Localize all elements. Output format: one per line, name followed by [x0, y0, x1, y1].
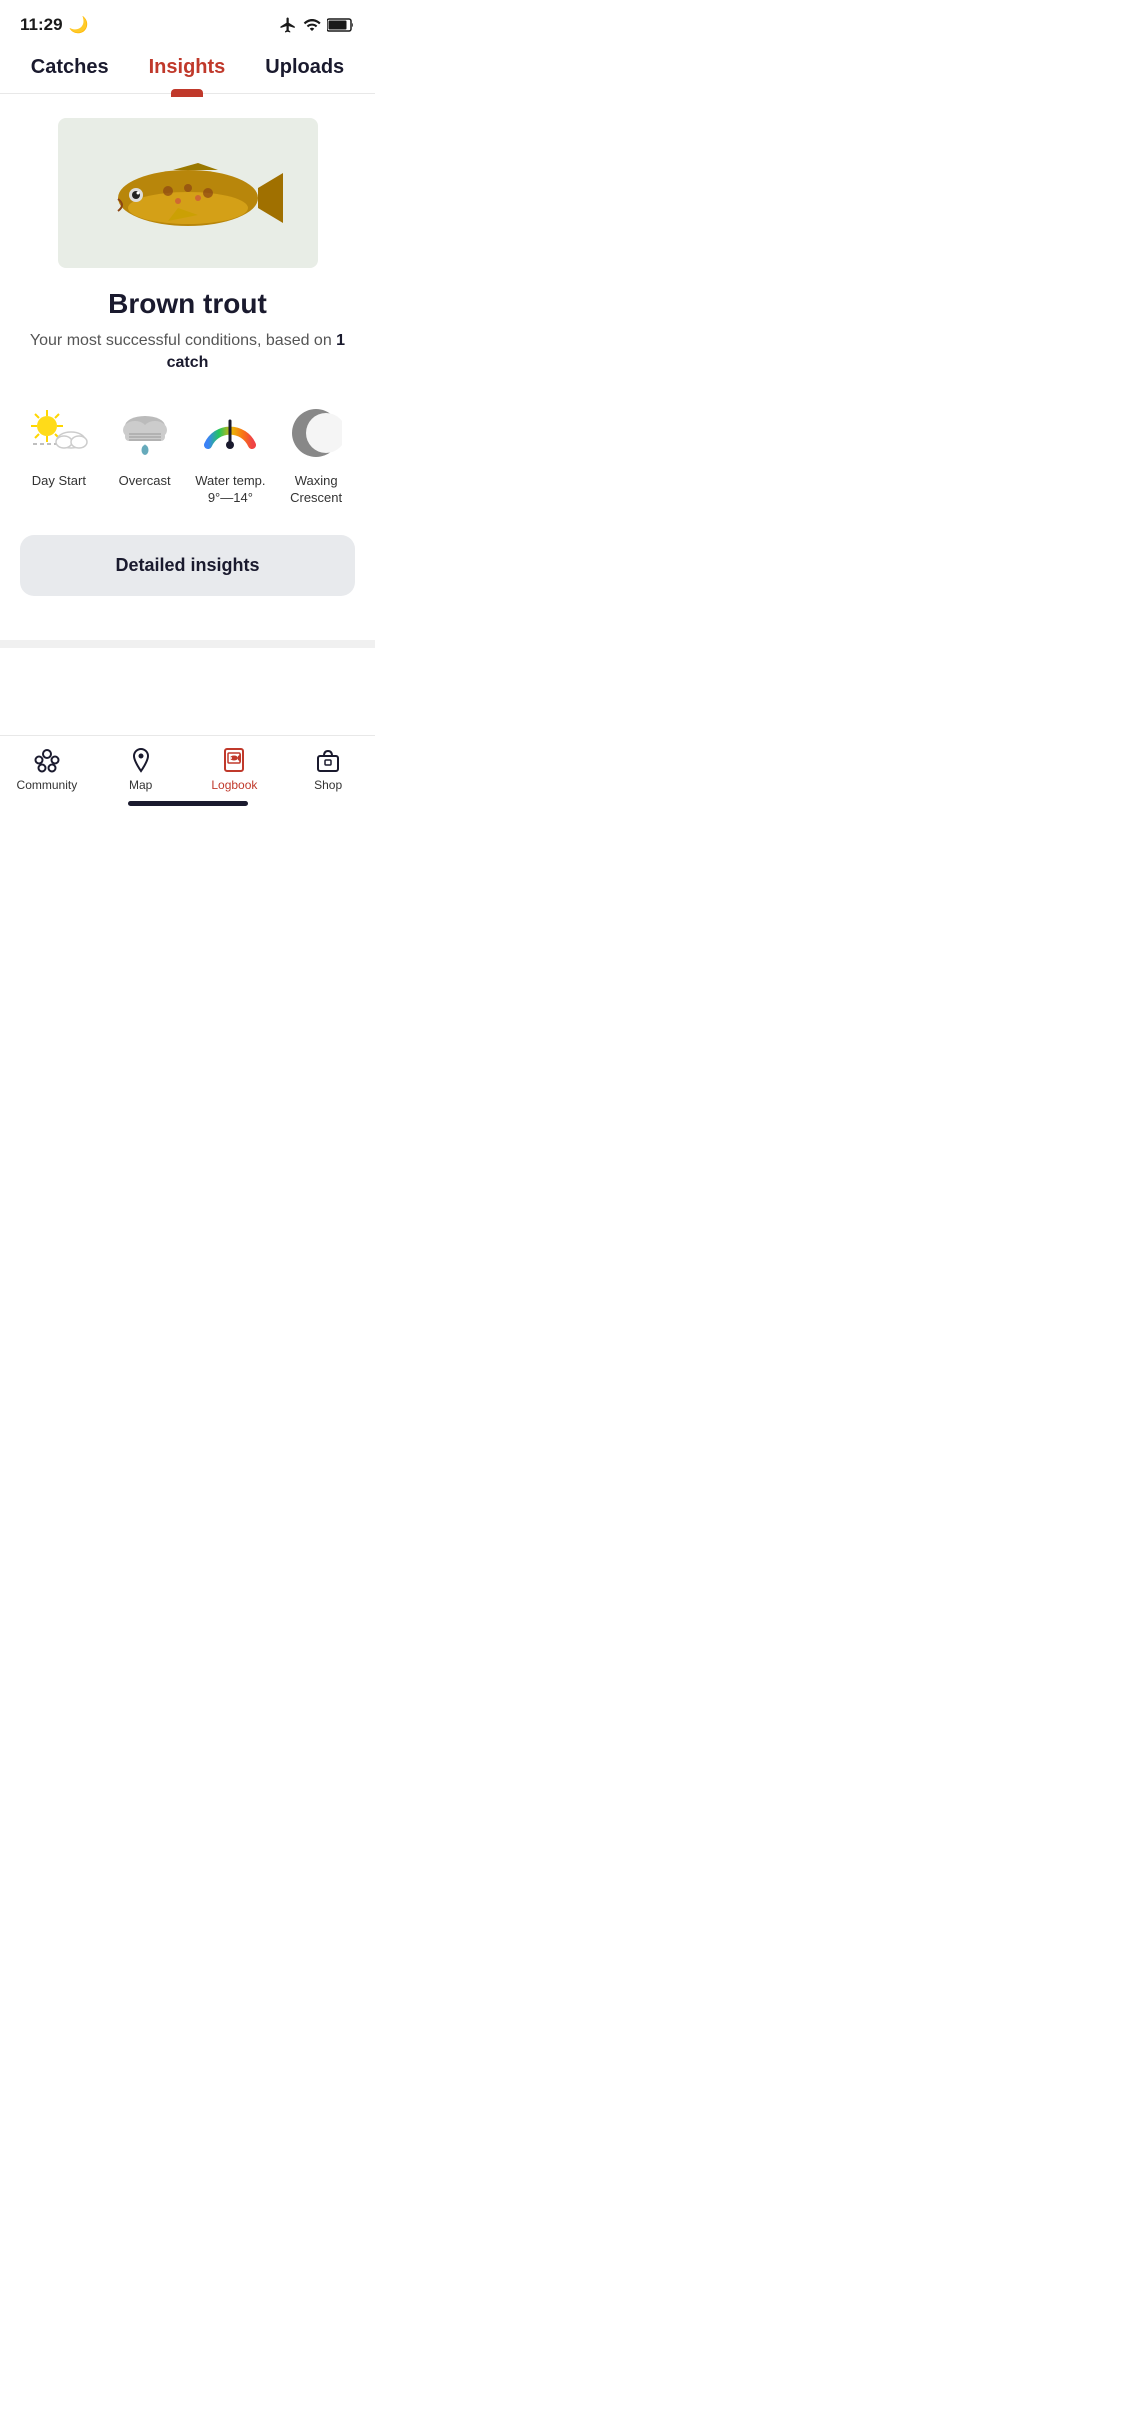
day-start-label: Day Start — [32, 473, 86, 490]
nav-item-map[interactable]: Map — [94, 746, 188, 792]
moon-icon — [286, 403, 346, 463]
overcast-icon — [115, 403, 175, 463]
status-time: 11:29 🌙 — [20, 15, 88, 35]
map-icon — [127, 746, 155, 774]
condition-overcast: Overcast — [106, 403, 184, 507]
fish-image — [58, 118, 318, 268]
nav-item-shop[interactable]: Shop — [281, 746, 375, 792]
fish-subtitle: Your most successful conditions, based o… — [20, 330, 355, 375]
tab-uploads[interactable]: Uploads — [265, 56, 344, 93]
condition-moon: Waxing Crescent — [277, 403, 355, 507]
shop-icon — [314, 746, 342, 774]
detailed-insights-button[interactable]: Detailed insights — [20, 535, 355, 596]
map-label: Map — [129, 778, 152, 792]
nav-item-logbook[interactable]: Logbook — [188, 746, 282, 792]
nav-item-community[interactable]: Community — [0, 746, 94, 792]
moon-icon: 🌙 — [69, 15, 89, 35]
time-display: 11:29 — [20, 15, 63, 35]
top-tabs: Catches Insights Uploads — [0, 44, 375, 94]
community-label: Community — [17, 778, 78, 792]
airplane-icon — [279, 16, 297, 34]
status-icons — [279, 16, 355, 34]
section-divider — [0, 640, 375, 648]
water-temp-label: Water temp. 9°—14° — [195, 473, 265, 507]
overcast-label: Overcast — [119, 473, 171, 490]
home-indicator — [128, 801, 248, 806]
tab-insights[interactable]: Insights — [149, 56, 226, 93]
community-icon — [33, 746, 61, 774]
wifi-icon — [303, 16, 321, 34]
status-bar: 11:29 🌙 — [0, 0, 375, 44]
day-start-icon — [29, 403, 89, 463]
shop-label: Shop — [314, 778, 342, 792]
battery-icon — [327, 18, 355, 32]
main-content: Brown trout Your most successful conditi… — [0, 94, 375, 620]
condition-day-start: Day Start — [20, 403, 98, 507]
logbook-label: Logbook — [211, 778, 257, 792]
water-temp-icon — [200, 403, 260, 463]
logbook-icon — [220, 746, 248, 774]
moon-label: Waxing Crescent — [277, 473, 355, 507]
brown-trout-svg — [88, 143, 288, 243]
conditions-row: Day Start Over — [20, 403, 355, 507]
fish-name: Brown trout — [108, 288, 267, 320]
tab-catches[interactable]: Catches — [31, 56, 109, 93]
condition-water-temp: Water temp. 9°—14° — [192, 403, 270, 507]
